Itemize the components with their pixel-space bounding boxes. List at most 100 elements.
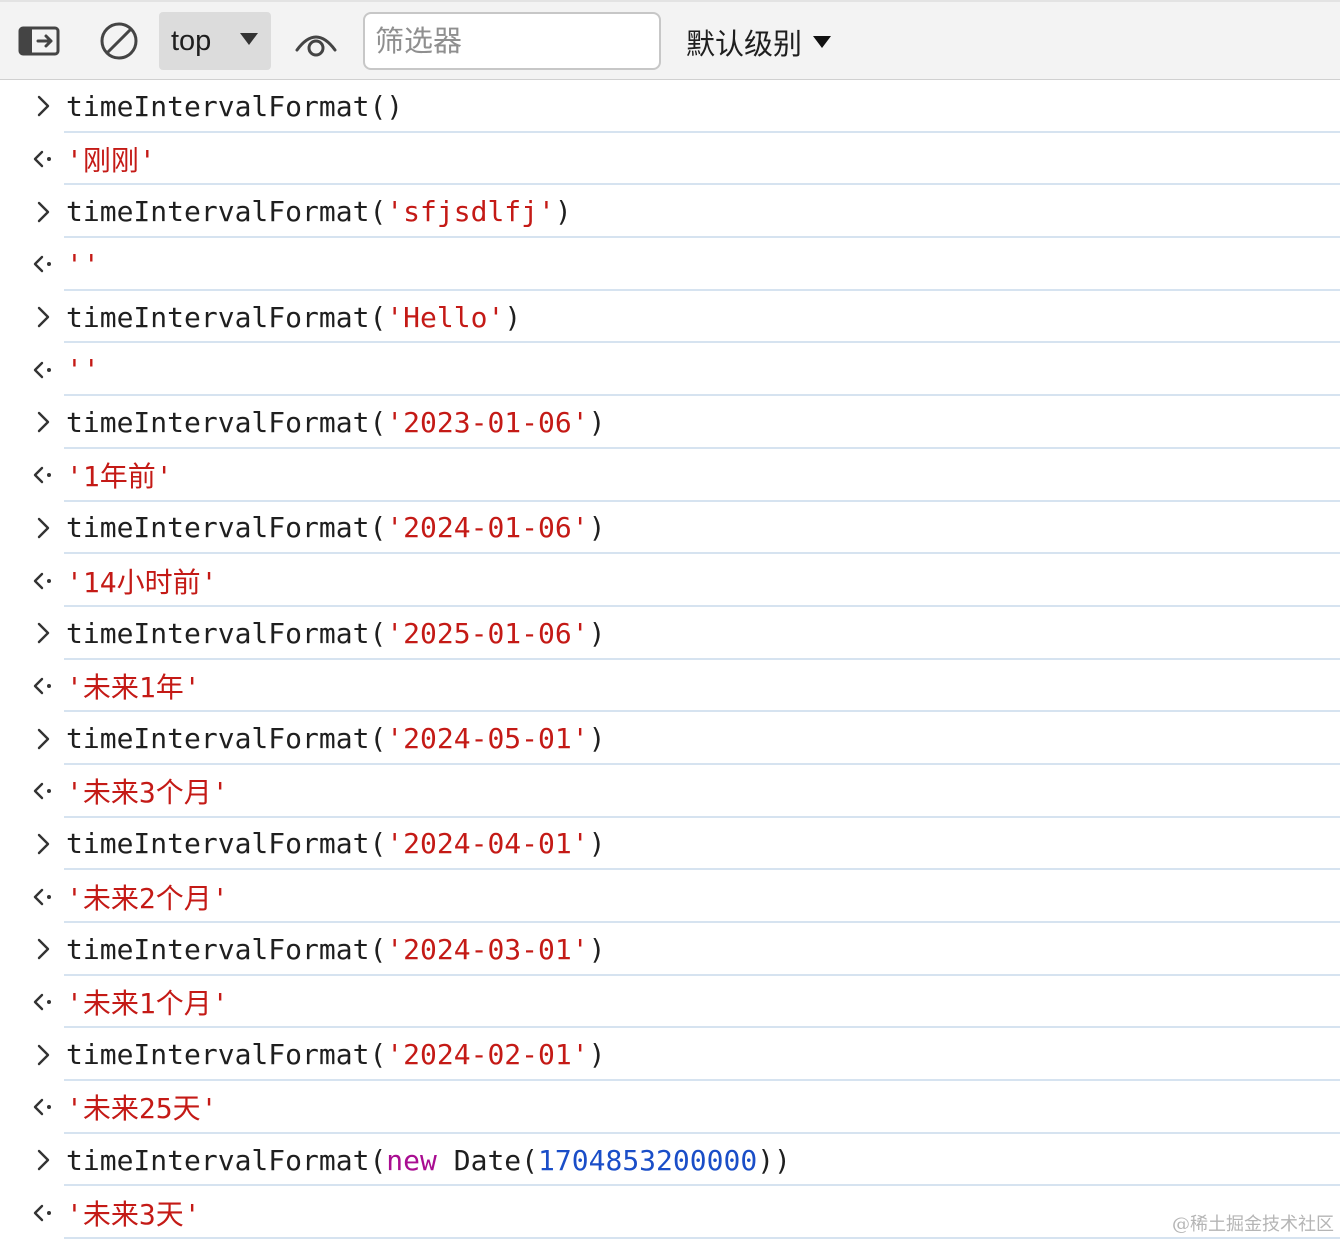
console-input-row[interactable]: timeIntervalFormat(new Date(170485320000… [0,1134,1340,1187]
result-arrow-icon [33,1204,51,1221]
row-prompt [30,870,56,923]
console-input-row[interactable]: timeIntervalFormat('sfjsdlfj') [0,185,1340,239]
row-prompt [30,396,56,449]
function-name: timeIntervalFormat [66,195,370,229]
result-value: '1年前' [66,460,173,494]
row-prompt [30,449,56,502]
command-text: timeIntervalFormat('2024-05-01') [66,712,605,765]
close-paren: ) [588,405,606,439]
command-text: timeIntervalFormat('2024-04-01') [66,818,605,871]
filter-input[interactable] [373,23,647,59]
open-paren: ( [369,616,387,650]
live-expression-button[interactable] [292,22,340,64]
function-name: timeIntervalFormat [66,932,370,966]
console-input-row[interactable]: timeIntervalFormat() [0,80,1340,133]
command-text: timeIntervalFormat(new Date(170485320000… [66,1134,791,1187]
result-arrow-icon [33,150,51,168]
input-prompt-icon [37,939,50,960]
open-paren: ( [369,89,387,123]
function-name: timeIntervalFormat [66,722,370,756]
row-prompt [30,554,56,607]
eye-icon [295,35,337,57]
result-text: '未来2个月' [66,870,229,923]
string-argument: '2024-02-01' [386,1038,589,1072]
open-paren: ( [369,300,387,334]
result-value: '未来3个月' [66,776,229,810]
result-text: '14小时前' [66,554,217,607]
function-name: timeIntervalFormat [66,89,370,123]
console-result-row: '' [0,238,1340,291]
row-prompt [30,818,56,871]
result-arrow-icon [33,783,51,800]
clear-console-button[interactable] [96,20,142,62]
function-name: timeIntervalFormat [66,1038,370,1072]
console-result-row: '未来1年' [0,660,1340,713]
console-result-row: '1年前' [0,449,1340,502]
row-prompt [30,185,56,238]
function-name: timeIntervalFormat [66,511,370,545]
constructor-name: Date( [436,1143,539,1177]
row-prompt [30,1186,56,1239]
result-value: '' [66,247,100,281]
console-result-row: '未来25天' [0,1081,1340,1134]
sidebar-toggle-icon [18,26,60,56]
console-input-row[interactable]: timeIntervalFormat('Hello') [0,291,1340,344]
context-value: top [171,24,212,57]
open-paren: ( [369,1143,387,1177]
console-input-row[interactable]: timeIntervalFormat('2025-01-06') [0,607,1340,660]
close-paren: ) [588,616,606,650]
open-paren: ( [369,827,387,861]
keyword: new [386,1143,437,1177]
result-value: '刚刚' [66,144,156,178]
command-text: timeIntervalFormat('2024-03-01') [66,923,605,976]
input-prompt-icon [37,412,50,433]
close-paren: ) [588,511,606,545]
result-arrow-icon [33,888,51,905]
filter-field[interactable] [363,12,661,70]
console-result-row: '14小时前' [0,554,1340,607]
console-result-row: '未来3天' [0,1186,1340,1240]
row-prompt [30,660,56,713]
console-input-row[interactable]: timeIntervalFormat('2024-04-01') [0,818,1340,871]
number-argument: 1704853200000 [538,1143,758,1177]
function-name: timeIntervalFormat [66,827,370,861]
string-argument: '2024-04-01' [386,827,589,861]
row-divider [64,1237,1340,1240]
row-prompt [30,923,56,976]
open-paren: ( [369,932,387,966]
context-selector[interactable]: top [159,12,271,70]
input-prompt-icon [37,1149,50,1171]
row-prompt [30,1028,56,1081]
close-paren: ) [588,1038,606,1072]
console-input-row[interactable]: timeIntervalFormat('2024-03-01') [0,923,1340,976]
log-level-dropdown[interactable]: 默认级别 [686,16,832,68]
console-input-row[interactable]: timeIntervalFormat('2024-01-06') [0,502,1340,555]
console-result-row: '刚刚' [0,133,1340,186]
input-prompt-icon [37,517,50,539]
console-input-row[interactable]: timeIntervalFormat('2024-05-01') [0,712,1340,765]
chevron-down-icon [813,36,832,48]
console-output: timeIntervalFormat() '刚刚' timeIntervalForm… [0,80,1340,1240]
clear-console-icon [100,22,138,60]
open-paren: ( [369,405,387,439]
result-arrow-icon [33,466,51,484]
command-text: timeIntervalFormat('Hello') [66,291,521,344]
console-input-row[interactable]: timeIntervalFormat('2024-02-01') [0,1028,1340,1082]
close-paren: ) [386,89,404,123]
function-name: timeIntervalFormat [66,300,370,334]
string-argument: '2024-05-01' [386,722,589,756]
row-prompt [30,1134,56,1187]
row-prompt [30,343,56,396]
close-paren: )) [757,1143,791,1177]
close-paren: ) [588,827,606,861]
sidebar-toggle-button[interactable] [16,20,62,62]
console-toolbar: top 默认级别 [0,0,1340,80]
result-text: '刚刚' [66,133,156,186]
result-text: '' [66,238,100,291]
console-input-row[interactable]: timeIntervalFormat('2023-01-06') [0,396,1340,449]
close-paren: ) [588,722,606,756]
row-prompt [30,291,56,344]
console-result-row: '未来1个月' [0,976,1340,1029]
console-result-row: '未来2个月' [0,870,1340,923]
input-prompt-icon [37,623,50,644]
